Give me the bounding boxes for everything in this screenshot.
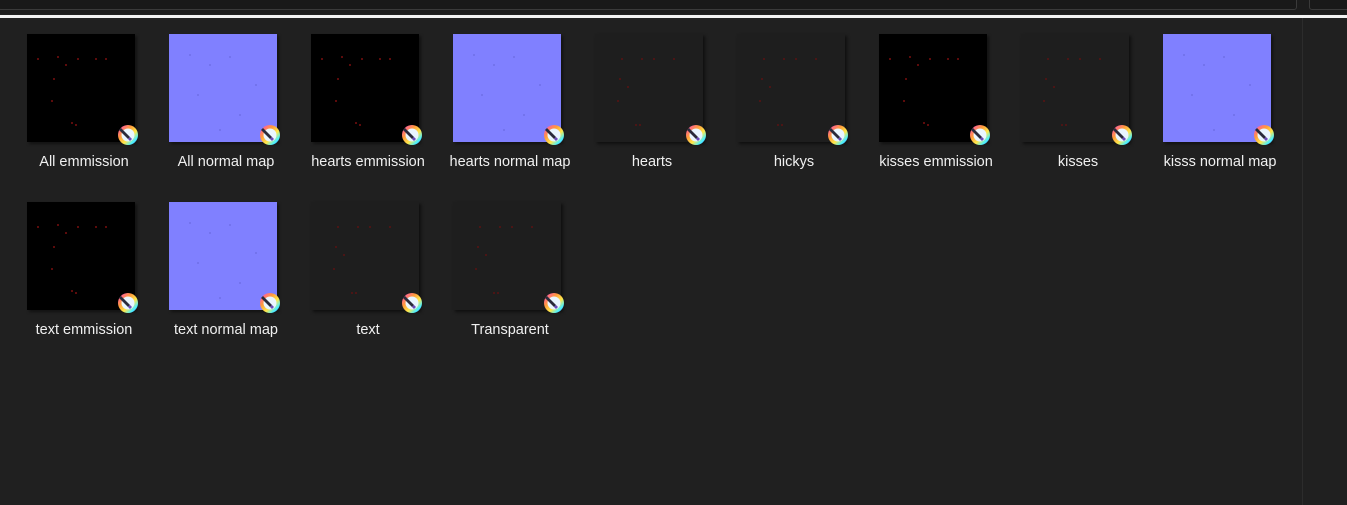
header-divider <box>0 15 1347 18</box>
search-box[interactable] <box>1309 0 1347 10</box>
file-name: text <box>356 322 380 338</box>
krita-file-icon <box>543 292 565 314</box>
file-item[interactable]: All normal map <box>155 28 297 188</box>
address-bar-area <box>0 0 1347 14</box>
krita-file-icon <box>827 124 849 146</box>
file-name: kisss normal map <box>1163 154 1277 170</box>
file-name: kisses <box>1057 154 1099 170</box>
file-name: hickys <box>773 154 815 170</box>
krita-file-icon <box>685 124 707 146</box>
krita-file-icon <box>117 292 139 314</box>
address-bar[interactable] <box>0 0 1297 10</box>
file-item[interactable]: text <box>297 196 439 356</box>
file-item[interactable]: hearts normal map <box>439 28 581 188</box>
file-name: text normal map <box>174 322 278 338</box>
file-name: text emmission <box>35 322 133 338</box>
file-item[interactable]: hearts <box>581 28 723 188</box>
krita-file-icon <box>1111 124 1133 146</box>
file-item[interactable]: kisses <box>1007 28 1149 188</box>
file-item[interactable]: text emmission <box>13 196 155 356</box>
krita-file-icon <box>401 292 423 314</box>
krita-file-icon <box>259 124 281 146</box>
krita-file-icon <box>117 124 139 146</box>
krita-file-icon <box>401 124 423 146</box>
krita-file-icon <box>543 124 565 146</box>
file-name: hearts emmission <box>311 154 425 170</box>
file-item[interactable]: Transparent <box>439 196 581 356</box>
file-item[interactable]: text normal map <box>155 196 297 356</box>
krita-file-icon <box>259 292 281 314</box>
file-item[interactable]: kisses emmission <box>865 28 1007 188</box>
file-name: hearts normal map <box>449 154 571 170</box>
file-name: All emmission <box>39 154 129 170</box>
scrollbar[interactable] <box>1302 18 1303 505</box>
file-item[interactable]: All emmission <box>13 28 155 188</box>
file-item[interactable]: hickys <box>723 28 865 188</box>
file-item[interactable]: hearts emmission <box>297 28 439 188</box>
file-name: Transparent <box>471 322 549 338</box>
file-item[interactable]: kisss normal map <box>1149 28 1291 188</box>
file-name: All normal map <box>177 154 275 170</box>
krita-file-icon <box>969 124 991 146</box>
file-name: hearts <box>631 154 673 170</box>
krita-file-icon <box>1253 124 1275 146</box>
file-name: kisses emmission <box>879 154 993 170</box>
